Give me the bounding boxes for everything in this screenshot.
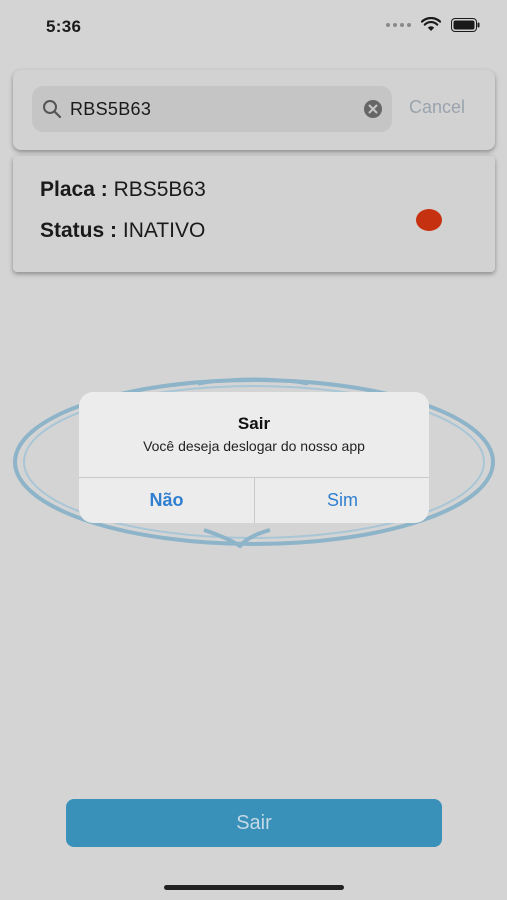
search-value: RBS5B63 <box>70 99 152 119</box>
plate-label: Placa : <box>40 178 108 201</box>
battery-icon <box>451 17 480 32</box>
search-input[interactable]: RBS5B63 <box>32 86 392 132</box>
status-time: 5:36 <box>46 17 82 36</box>
status-icons <box>386 17 481 32</box>
logout-button[interactable]: Sair <box>66 799 442 847</box>
status-indicator-dot <box>416 209 442 231</box>
search-card: RBS5B63 Cancel <box>13 70 495 150</box>
wifi-icon <box>421 17 441 31</box>
cancel-button[interactable]: Cancel <box>409 97 465 118</box>
logout-alert: Sair Você deseja deslogar do nosso app N… <box>79 392 429 523</box>
signal-dots-icon <box>386 22 411 27</box>
status-bar: 5:36 <box>0 0 507 56</box>
status-value: INATIVO <box>122 219 206 242</box>
vehicle-card[interactable]: Placa : RBS5B63 Status : INATIVO <box>13 156 495 272</box>
status-row: Status : INATIVO <box>40 219 205 243</box>
home-indicator[interactable] <box>164 885 344 890</box>
plate-row: Placa : RBS5B63 <box>40 178 206 202</box>
alert-title: Sair <box>237 414 271 433</box>
status-label: Status : <box>40 219 118 242</box>
alert-message: Você deseja deslogar do nosso app <box>143 438 365 454</box>
clear-icon[interactable] <box>363 99 383 119</box>
search-icon <box>43 100 62 119</box>
alert-confirm-button[interactable]: Sim <box>255 478 429 523</box>
plate-value: RBS5B63 <box>113 178 206 201</box>
alert-cancel-button[interactable]: Não <box>79 478 254 523</box>
